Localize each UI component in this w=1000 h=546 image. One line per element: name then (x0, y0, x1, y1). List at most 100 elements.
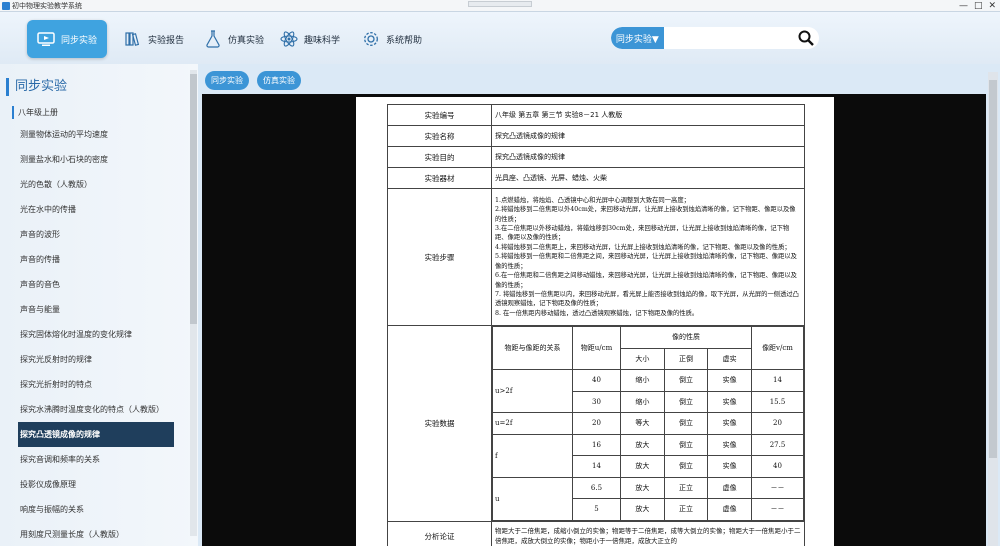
step-line: 1.点燃蜡烛，将烛焰、凸透镜中心和光屏中心调整到大致在同一高度； (495, 196, 690, 204)
search-category-select[interactable]: 同步实验▼ (611, 27, 664, 49)
main-scrollbar[interactable] (988, 72, 998, 546)
nav-sync-experiment[interactable]: 同步实验 (27, 20, 107, 58)
sidebar-item[interactable]: 测量盐水和小石块的密度 (18, 147, 174, 172)
cell-u: 40 (572, 369, 621, 392)
nav-label: 实验报告 (148, 35, 185, 46)
step-line: 8. 在一倍焦距内移动蜡烛，透过凸透镜观察蜡烛，记下物距及像的性质。 (495, 309, 699, 317)
step-line: 5.将蜡烛移到一倍焦距和二倍焦距之间，来回移动光屏，让光屏上接收到烛焰清晰的像，… (495, 253, 797, 270)
sidebar-item[interactable]: 响度与振幅的关系 (18, 497, 174, 522)
nav-system-help[interactable]: 系统帮助 (354, 20, 430, 58)
nav-simulation[interactable]: 仿真实验 (196, 20, 272, 58)
cell-size: 放大 (620, 498, 665, 521)
sidebar-item[interactable]: 声音的传播 (18, 247, 174, 272)
nav-label: 仿真实验 (228, 35, 265, 46)
search-input[interactable] (663, 27, 793, 49)
cell-type: 虚像 (707, 498, 752, 521)
sidebar-item[interactable]: 探究水沸腾时温度变化的特点（人教版） (18, 397, 174, 422)
field-label: 实验名称 (387, 125, 492, 147)
sidebar-item[interactable]: 探究凸透镜成像的规律 (18, 422, 174, 447)
relation-cell: u=2f (492, 412, 573, 435)
table-row: u>2f 40 缩小 倒立 实像 14 (492, 369, 804, 413)
grade-label[interactable]: 八年级上册 (12, 106, 58, 119)
field-label: 实验目的 (387, 146, 492, 168)
relation-cell: u>2f (492, 369, 573, 413)
minimize-icon[interactable]: — (959, 0, 968, 12)
sidebar-item[interactable]: 声音的波形 (18, 222, 174, 247)
cell-size: 放大 (620, 433, 665, 456)
experiment-list: 测量物体运动的平均速度 测量盐水和小石块的密度 光的色散（人教版） 光在水中的传播 声音… (18, 122, 174, 546)
sidebar-item[interactable]: 声音与能量 (18, 297, 174, 322)
sidebar-item[interactable]: 投影仪成像原理 (18, 472, 174, 497)
sidebar-item[interactable]: 光的色散（人教版） (18, 172, 174, 197)
step-line: 4.将蜡烛移到二倍焦距上，来回移动光屏，让光屏上接收到烛焰清晰的像，记下物距、像… (495, 243, 791, 251)
cell-orient: 倒立 (663, 455, 709, 478)
report-page: 实验编号 八年级 第五章 第三节 实验8－21 人教版 实验名称 探究凸透镜成像… (356, 97, 834, 546)
top-nav: 同步实验 实验报告 仿真实验 趣味科学 系统帮助 同步实验▼ (0, 12, 1000, 64)
window-title: 初中物理实验教学系统 (12, 2, 82, 10)
field-label: 分析论证 (387, 520, 492, 546)
cell-orient: 正立 (663, 498, 709, 521)
tab-simulation[interactable]: 仿真实验 (257, 71, 301, 90)
sidebar: 同步实验 八年级上册 测量物体运动的平均速度 测量盐水和小石块的密度 光的色散（人教… (0, 64, 198, 546)
sidebar-item[interactable]: 测量物体运动的平均速度 (18, 122, 174, 147)
cell-u: 14 (572, 455, 621, 478)
col-header: 物距u/cm (572, 326, 621, 370)
cell-size: 缩小 (620, 369, 665, 392)
maximize-icon[interactable]: □ (974, 0, 983, 12)
cell-orient: 倒立 (663, 412, 709, 435)
cell-u: 20 (572, 412, 621, 435)
app-icon (2, 2, 10, 10)
sidebar-heading: 同步实验 (6, 78, 67, 96)
search-icon (798, 30, 814, 46)
search-bar: 同步实验▼ (611, 27, 819, 49)
sidebar-item[interactable]: 探究光反射时的规律 (18, 347, 174, 372)
atom-icon (280, 31, 298, 47)
cell-u: 16 (572, 433, 621, 456)
table-row: u 6.5 放大 正立 虚像 －－ (492, 476, 804, 521)
cell-type: 实像 (707, 433, 752, 456)
table-row: u=2f 20 等大 倒立 实像 20 (492, 412, 804, 435)
cell-type: 虚像 (707, 476, 752, 499)
cell-orient: 倒立 (663, 390, 709, 413)
cell-size: 放大 (620, 476, 665, 499)
close-icon[interactable]: ✕ (988, 0, 996, 12)
cell-size: 缩小 (620, 390, 665, 413)
nav-experiment-report[interactable]: 实验报告 (116, 20, 192, 58)
cell-u: 6.5 (572, 476, 621, 499)
cell-orient: 正立 (663, 476, 709, 499)
cell-size: 等大 (620, 412, 665, 435)
col-header: 虚实 (707, 347, 752, 370)
books-icon (124, 31, 142, 47)
content-tabs: 同步实验 仿真实验 (205, 71, 301, 90)
cell-type: 实像 (707, 455, 752, 478)
cell-v: 20 (751, 412, 804, 435)
relation-cell: u (492, 476, 573, 521)
sidebar-item[interactable]: 探究音调和频率的关系 (18, 447, 174, 472)
sidebar-item[interactable]: 探究固体熔化时温度的变化规律 (18, 322, 174, 347)
title-bar: 初中物理实验教学系统 — □ ✕ (0, 0, 1000, 12)
main-scroll-thumb[interactable] (989, 80, 997, 458)
sidebar-item[interactable]: 探究光折射时的特点 (18, 372, 174, 397)
cell-type: 实像 (707, 369, 752, 392)
document-viewer: 实验编号 八年级 第五章 第三节 实验8－21 人教版 实验名称 探究凸透镜成像… (202, 94, 986, 546)
cell-size: 放大 (620, 455, 665, 478)
sidebar-item[interactable]: 光在水中的传播 (18, 197, 174, 222)
sidebar-item[interactable]: 声音的音色 (18, 272, 174, 297)
col-header: 像距v/cm (751, 326, 804, 370)
field-label: 实验编号 (387, 104, 492, 126)
cell-v: －－ (751, 476, 804, 499)
nav-label: 系统帮助 (386, 35, 423, 46)
nav-fun-science[interactable]: 趣味科学 (272, 20, 348, 58)
cell-type: 实像 (707, 390, 752, 413)
step-line: 3.在二倍焦距以外移动蜡烛，将蜡烛移到30cm处，来回移动光屏，让光屏上接收到烛… (495, 225, 790, 242)
nav-label: 趣味科学 (304, 35, 341, 46)
title-bar-handle (468, 1, 532, 7)
gear-icon (362, 31, 380, 47)
sidebar-scrollbar[interactable] (190, 70, 197, 536)
tab-sync-experiment[interactable]: 同步实验 (205, 71, 249, 90)
sidebar-scroll-thumb[interactable] (190, 74, 197, 324)
sidebar-item[interactable]: 用刻度尺测量长度（人教版） (18, 522, 174, 546)
experiment-number: 八年级 第五章 第三节 实验8－21 人教版 (491, 104, 805, 126)
search-button[interactable] (793, 27, 819, 49)
step-line: 2.将蜡烛移到二倍焦距以外40cm处，来回移动光屏，让光屏上接收到烛焰清晰的像，… (495, 206, 796, 223)
